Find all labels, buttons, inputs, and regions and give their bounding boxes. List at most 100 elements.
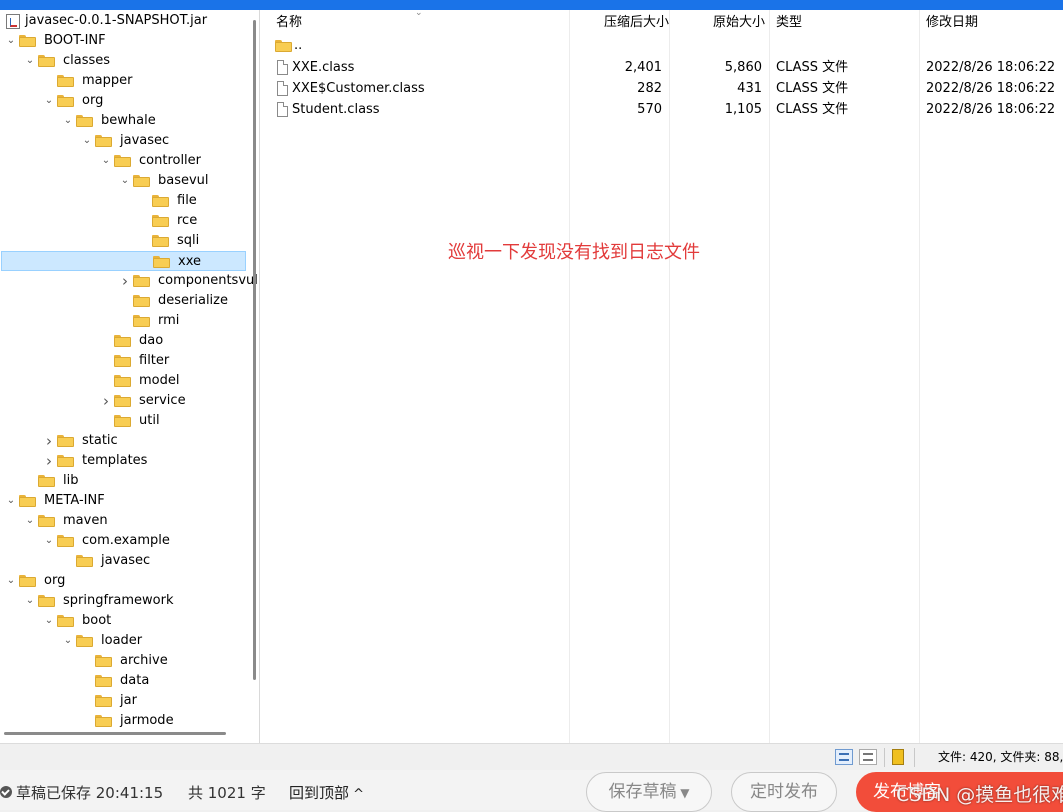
tree-item[interactable]: jarmode	[0, 711, 246, 731]
tree-horizontal-scrollbar[interactable]	[4, 732, 226, 735]
tree-item-label: javasec-0.0.1-SNAPSHOT.jar	[25, 13, 208, 28]
tree-item[interactable]: ⌄ META-INF	[0, 491, 246, 511]
tree-item[interactable]: data	[0, 671, 246, 691]
folder-icon	[76, 635, 93, 647]
parent-directory-row[interactable]: ..	[268, 35, 1063, 56]
tree-item[interactable]: mapper	[0, 71, 246, 91]
chevron-down-icon[interactable]: ⌄	[43, 611, 55, 631]
status-divider	[884, 748, 885, 767]
modified-date: 2022/8/26 18:06:22	[926, 60, 1056, 75]
tree-item[interactable]: file	[0, 191, 246, 211]
tree-item[interactable]: ⌄ springframework	[0, 591, 246, 611]
folder-icon	[57, 535, 74, 547]
chevron-down-icon[interactable]: ⌄	[62, 111, 74, 131]
tree-item[interactable]: › static	[0, 431, 246, 451]
tree-item[interactable]: javasec	[0, 551, 246, 571]
jar-icon	[6, 14, 20, 29]
folder-icon	[19, 575, 36, 587]
tree-item[interactable]: sqli	[0, 231, 246, 251]
tree-item[interactable]: deserialize	[0, 291, 246, 311]
folder-icon	[19, 495, 36, 507]
details-view-button[interactable]	[835, 749, 853, 765]
tree-item-label: xxe	[178, 254, 201, 269]
column-header-original-size[interactable]: 原始大小	[705, 10, 765, 36]
file-row[interactable]: Student.class 570 1,105 CLASS 文件 2022/8/26 1…	[268, 99, 1063, 120]
chevron-down-icon[interactable]: ⌄	[100, 151, 112, 171]
tree-item[interactable]: model	[0, 371, 246, 391]
chevron-down-icon[interactable]: ⌄	[43, 91, 55, 111]
schedule-publish-button[interactable]: 定时发布	[731, 772, 837, 812]
tree-item[interactable]: › templates	[0, 451, 246, 471]
chevron-down-icon[interactable]: ⌄	[24, 591, 36, 611]
tree-item[interactable]: rce	[0, 211, 246, 231]
bookmark-icon[interactable]	[892, 749, 904, 765]
chevron-down-icon[interactable]: ⌄	[5, 491, 17, 511]
tree-item[interactable]: ⌄ org	[0, 571, 246, 591]
folder-icon	[95, 135, 112, 147]
chevron-right-icon[interactable]: ›	[119, 271, 131, 291]
chevron-down-icon[interactable]: ⌄	[119, 171, 131, 191]
window-top-strip	[0, 0, 1063, 10]
tree-item-label: mapper	[82, 73, 133, 88]
tree-item[interactable]: ⌄ classes	[0, 51, 246, 71]
chevron-down-icon[interactable]: ⌄	[24, 511, 36, 531]
tree-item[interactable]: rmi	[0, 311, 246, 331]
save-draft-button[interactable]: 保存草稿 ▼	[586, 772, 712, 812]
column-header-modified[interactable]: 修改日期	[926, 10, 978, 36]
csdn-watermark: CSDN @摸鱼也很难	[896, 784, 1063, 806]
tree-item-label: service	[139, 393, 186, 408]
tree-item[interactable]: lib	[0, 471, 246, 491]
tree-item[interactable]: ⌄ org	[0, 91, 246, 111]
file-icon	[277, 102, 288, 117]
chevron-right-icon[interactable]: ›	[43, 431, 55, 451]
tree-item[interactable]: ⌄ javasec	[0, 131, 246, 151]
tree-item[interactable]: ⌄ boot	[0, 611, 246, 631]
tree-item-label: BOOT-INF	[44, 33, 106, 48]
tree-item[interactable]: filter	[0, 351, 246, 371]
folder-icon	[57, 615, 74, 627]
thumbnail-view-button[interactable]	[859, 749, 877, 765]
chevron-down-icon[interactable]: ⌄	[5, 571, 17, 591]
chevron-right-icon[interactable]: ›	[100, 391, 112, 411]
tree-item[interactable]: util	[0, 411, 246, 431]
tree-item[interactable]: javasec-0.0.1-SNAPSHOT.jar	[0, 11, 246, 31]
file-row[interactable]: XXE$Customer.class 282 431 CLASS 文件 2022/8/2…	[268, 78, 1063, 99]
tree-item[interactable]: ⌄ bewhale	[0, 111, 246, 131]
chevron-down-icon[interactable]: ⌄	[5, 31, 17, 51]
column-header-type[interactable]: 类型	[776, 10, 802, 36]
chevron-right-icon[interactable]: ›	[43, 451, 55, 471]
file-type: CLASS 文件	[776, 60, 849, 75]
status-bar: 文件: 420, 文件夹: 88, ...	[0, 743, 1063, 771]
tree-item[interactable]: ⌄ loader	[0, 631, 246, 651]
chevron-down-icon[interactable]: ⌄	[62, 631, 74, 651]
folder-icon	[95, 675, 112, 687]
folder-icon	[133, 275, 150, 287]
column-header-compressed-size[interactable]: 压缩后大小	[604, 10, 669, 36]
folder-icon	[114, 335, 131, 347]
tree-item[interactable]: ⌄ maven	[0, 511, 246, 531]
tree-item[interactable]: › componentsvul	[0, 271, 258, 291]
tree-item[interactable]: ⌄ BOOT-INF	[0, 31, 246, 51]
tree-vertical-scrollbar[interactable]	[253, 20, 256, 680]
tree-item[interactable]: dao	[0, 331, 246, 351]
folder-tree[interactable]: jarmode jar data archive ⌄ loader ⌄ boot ⌄ spring…	[0, 10, 260, 743]
tree-item-label: bewhale	[101, 113, 156, 128]
tree-item-label: rce	[177, 213, 198, 228]
tree-item[interactable]: archive	[0, 651, 246, 671]
tree-item-label: javasec	[120, 133, 170, 148]
back-to-top-link[interactable]: 回到顶部 ^	[289, 783, 364, 805]
tree-item-label: META-INF	[44, 493, 105, 508]
column-header-name[interactable]: 名称	[276, 10, 302, 36]
chevron-down-icon[interactable]: ⌄	[81, 131, 93, 151]
tree-item[interactable]: ⌄ controller	[0, 151, 246, 171]
sort-caret-icon: ⌄	[415, 10, 423, 18]
chevron-down-icon[interactable]: ⌄	[24, 51, 36, 71]
tree-item[interactable]: ⌄ basevul	[0, 171, 246, 191]
file-row[interactable]: XXE.class 2,401 5,860 CLASS 文件 2022/8/26 18:…	[268, 57, 1063, 78]
tree-item[interactable]: xxe	[1, 251, 246, 271]
chevron-down-icon[interactable]: ⌄	[43, 531, 55, 551]
tree-item[interactable]: › service	[0, 391, 246, 411]
tree-item[interactable]: ⌄ com.example	[0, 531, 246, 551]
tree-item[interactable]: jar	[0, 691, 246, 711]
folder-icon	[152, 235, 169, 247]
